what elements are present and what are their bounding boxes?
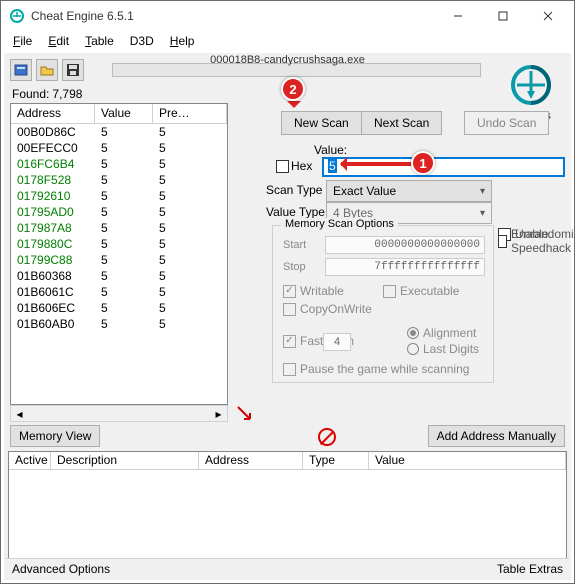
writable-checkbox bbox=[283, 285, 296, 298]
memory-view-button[interactable]: Memory View bbox=[10, 425, 100, 447]
table-row[interactable]: 0178F52855 bbox=[11, 172, 227, 188]
pause-label: Pause the game while scanning bbox=[300, 362, 469, 376]
callout-1-arrow bbox=[341, 162, 413, 166]
menu-d3d[interactable]: D3D bbox=[124, 32, 160, 50]
add-address-manually-button[interactable]: Add Address Manually bbox=[428, 425, 565, 447]
writable-label: Writable bbox=[300, 284, 344, 298]
menu-file[interactable]: File bbox=[7, 32, 38, 50]
col-active[interactable]: Active bbox=[9, 452, 51, 469]
scroll-right-icon[interactable]: ▸ bbox=[210, 406, 227, 421]
add-to-cheatlist-icon[interactable] bbox=[234, 403, 254, 423]
memory-scan-options: Memory Scan Options Start Stop Writable … bbox=[272, 225, 494, 383]
results-header[interactable]: Address Value Pre… bbox=[11, 104, 227, 124]
results-grid[interactable]: Address Value Pre… 00B0D86C5500EFECC0550… bbox=[10, 103, 228, 405]
start-input bbox=[325, 236, 485, 254]
table-row[interactable]: 01795AD055 bbox=[11, 204, 227, 220]
advanced-options-button[interactable]: Advanced Options bbox=[12, 562, 110, 576]
value-type-label: Value Type bbox=[266, 205, 325, 219]
menubar: File Edit Table D3D Help bbox=[1, 31, 574, 51]
found-count: Found: 7,798 bbox=[12, 87, 82, 101]
col-value[interactable]: Value bbox=[95, 104, 153, 123]
table-row[interactable]: 00B0D86C55 bbox=[11, 124, 227, 140]
results-hscroll[interactable]: ◂ ▸ bbox=[10, 405, 228, 422]
table-row[interactable]: 01B60AB055 bbox=[11, 316, 227, 332]
menu-table[interactable]: Table bbox=[79, 32, 120, 50]
col-value2[interactable]: Value bbox=[369, 452, 566, 469]
client-area: 000018B8-candycrushsaga.exe Settings Fou… bbox=[4, 53, 571, 580]
table-row[interactable]: 00EFECC055 bbox=[11, 140, 227, 156]
window-title: Cheat Engine 6.5.1 bbox=[31, 9, 435, 23]
lastdigits-label: Last Digits bbox=[423, 342, 479, 356]
copyonwrite-checkbox bbox=[283, 303, 296, 316]
col-type[interactable]: Type bbox=[303, 452, 369, 469]
close-button[interactable] bbox=[525, 2, 570, 30]
lastdigits-radio bbox=[407, 343, 419, 355]
alignment-radio bbox=[407, 327, 419, 339]
table-row[interactable]: 016FC6B455 bbox=[11, 156, 227, 172]
menu-help[interactable]: Help bbox=[164, 32, 201, 50]
hex-label: Hex bbox=[291, 159, 312, 173]
value-input[interactable]: 5 bbox=[322, 157, 565, 177]
titlebar: Cheat Engine 6.5.1 bbox=[1, 1, 574, 31]
stop-label: Stop bbox=[283, 261, 319, 273]
callout-2-arrow bbox=[287, 101, 301, 115]
cheatengine-logo-icon bbox=[507, 61, 555, 109]
next-scan-button[interactable]: Next Scan bbox=[361, 111, 442, 135]
stop-icon[interactable] bbox=[318, 428, 336, 446]
menu-edit[interactable]: Edit bbox=[42, 32, 75, 50]
status-bar: Advanced Options Table Extras bbox=[6, 558, 569, 578]
alignment-label: Alignment bbox=[423, 326, 476, 340]
memopt-legend: Memory Scan Options bbox=[281, 218, 398, 230]
pause-checkbox bbox=[283, 363, 296, 376]
callout-1: 1 bbox=[411, 151, 435, 175]
value-label: Value: bbox=[314, 143, 347, 157]
undo-scan-button[interactable]: Undo Scan bbox=[464, 111, 549, 135]
executable-checkbox bbox=[383, 285, 396, 298]
maximize-button[interactable] bbox=[480, 2, 525, 30]
callout-2: 2 bbox=[281, 77, 305, 101]
scroll-left-icon[interactable]: ◂ bbox=[11, 406, 28, 421]
scan-type-combo[interactable]: Exact Value▾ bbox=[326, 180, 492, 202]
cheat-table[interactable]: Active Description Address Type Value bbox=[8, 451, 567, 559]
table-row[interactable]: 0179880C55 bbox=[11, 236, 227, 252]
table-extras-button[interactable]: Table Extras bbox=[497, 562, 563, 576]
col-previous[interactable]: Pre… bbox=[153, 104, 227, 123]
speedhack-label: Enable Speedhack bbox=[511, 227, 575, 255]
app-icon bbox=[9, 8, 25, 24]
fastscan-value bbox=[323, 333, 351, 351]
executable-label: Executable bbox=[400, 284, 459, 298]
table-row[interactable]: 01799C8855 bbox=[11, 252, 227, 268]
process-name: 000018B8-candycrushsaga.exe bbox=[4, 54, 571, 66]
table-row[interactable]: 01B606EC55 bbox=[11, 300, 227, 316]
table-row[interactable]: 017987A855 bbox=[11, 220, 227, 236]
table-row[interactable]: 01B6061C55 bbox=[11, 284, 227, 300]
fastscan-checkbox bbox=[283, 335, 296, 348]
stop-input bbox=[325, 258, 485, 276]
copyonwrite-label: CopyOnWrite bbox=[300, 302, 372, 316]
chevron-down-icon: ▾ bbox=[480, 186, 485, 197]
table-row[interactable]: 0179261055 bbox=[11, 188, 227, 204]
scan-type-label: Scan Type bbox=[266, 183, 322, 197]
col-description[interactable]: Description bbox=[51, 452, 199, 469]
hex-checkbox[interactable] bbox=[276, 160, 289, 173]
speedhack-checkbox[interactable] bbox=[498, 235, 507, 248]
col-address[interactable]: Address bbox=[11, 104, 95, 123]
table-row[interactable]: 01B6036855 bbox=[11, 268, 227, 284]
minimize-button[interactable] bbox=[435, 2, 480, 30]
start-label: Start bbox=[283, 239, 319, 251]
col-address2[interactable]: Address bbox=[199, 452, 303, 469]
chevron-down-icon: ▾ bbox=[480, 208, 485, 219]
